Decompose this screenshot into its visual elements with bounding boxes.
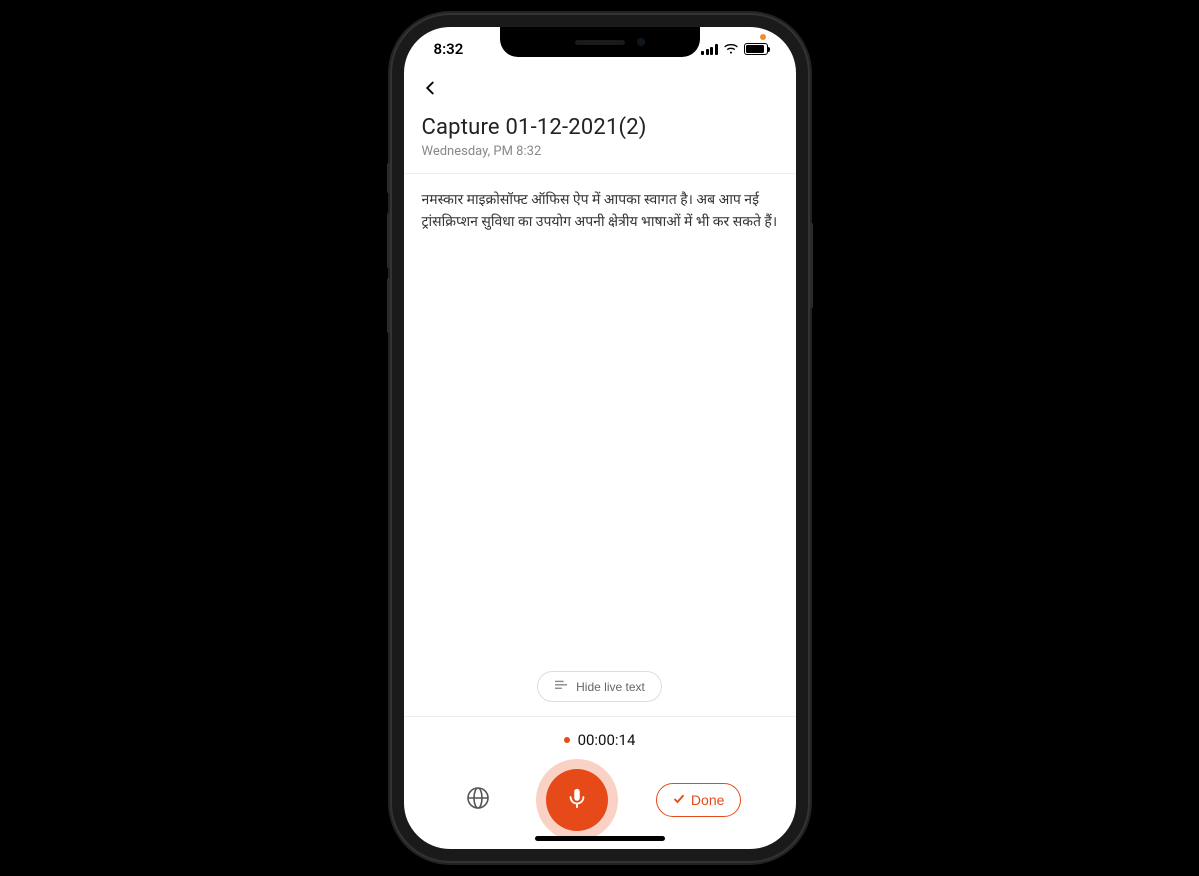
recording-indicator-icon	[564, 737, 570, 743]
microphone-icon	[566, 787, 588, 813]
globe-icon	[466, 786, 490, 814]
language-button[interactable]	[458, 780, 498, 820]
transcript-text: नमस्कार माइक्रोसॉफ्ट ऑफिस ऐप में आपका स्…	[422, 190, 778, 233]
check-icon	[673, 792, 685, 808]
transcript-area: नमस्कार माइक्रोसॉफ्ट ऑफिस ऐप में आपका स्…	[404, 174, 796, 663]
status-time: 8:32	[434, 40, 464, 58]
timer-row: 00:00:14	[404, 731, 796, 749]
recording-timer: 00:00:14	[578, 731, 636, 749]
mic-in-use-indicator-icon	[760, 34, 766, 40]
hide-live-text-label: Hide live text	[576, 680, 645, 694]
title-block: Capture 01-12-2021(2) Wednesday, PM 8:32	[404, 105, 796, 174]
cellular-signal-icon	[701, 44, 718, 55]
done-button[interactable]: Done	[656, 783, 741, 817]
wifi-icon	[723, 40, 739, 58]
phone-screen: 8:32 Capture 01-12-2021(2) Wednesday, PM…	[404, 27, 796, 849]
record-button[interactable]	[546, 769, 608, 831]
recording-footer: 00:00:14 Done	[404, 716, 796, 849]
home-indicator[interactable]	[535, 836, 665, 841]
back-button[interactable]	[422, 79, 778, 101]
device-notch	[500, 27, 700, 57]
nav-bar	[404, 71, 796, 105]
status-indicators	[701, 40, 768, 58]
battery-icon	[744, 43, 768, 55]
live-text-icon	[554, 679, 568, 694]
phone-device-frame: 8:32 Capture 01-12-2021(2) Wednesday, PM…	[390, 13, 810, 863]
capture-title: Capture 01-12-2021(2)	[422, 115, 778, 140]
done-label: Done	[691, 792, 724, 808]
hide-live-text-button[interactable]: Hide live text	[537, 671, 662, 702]
capture-datetime: Wednesday, PM 8:32	[422, 144, 778, 159]
